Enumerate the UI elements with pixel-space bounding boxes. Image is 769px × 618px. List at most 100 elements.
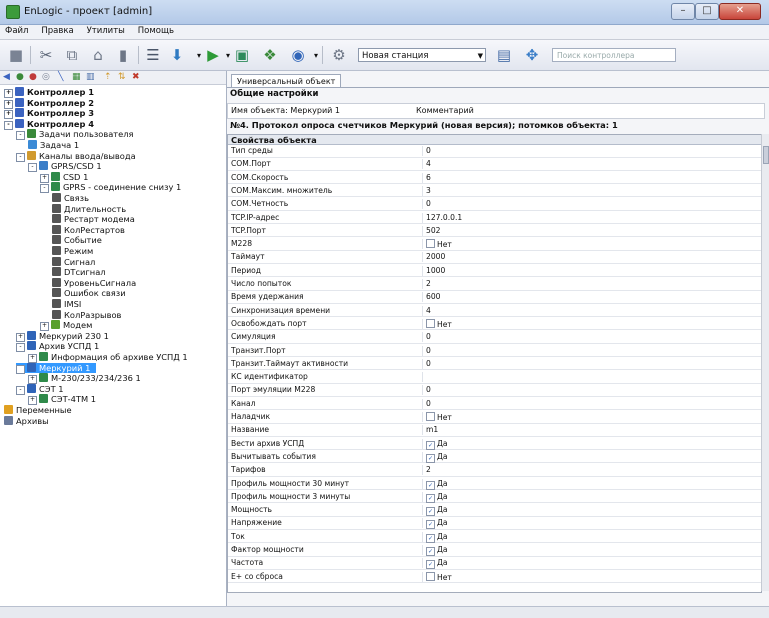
property-row[interactable]: Профиль мощности 3 минуты ✓ Да (228, 491, 761, 504)
tree-node[interactable]: Связь (52, 193, 89, 203)
property-value[interactable]: 2000 (422, 252, 756, 263)
tree-node[interactable]: - Каналы ввода/вывода (16, 150, 136, 162)
tree-node[interactable]: DTсигнал (52, 267, 106, 277)
property-row[interactable]: Тип среды 0 (228, 146, 761, 158)
tree-node[interactable]: КолРестартов (52, 224, 125, 235)
tree-sort-icon[interactable]: ⇅ (118, 72, 126, 82)
station-select[interactable]: Новая станция ▼ (358, 48, 486, 62)
property-row[interactable]: Тарифов 2 (228, 465, 761, 477)
property-row[interactable]: TCP.IP-адрес 127.0.0.1 (228, 212, 761, 225)
upload-icon[interactable]: ❖ (260, 45, 280, 65)
property-value[interactable]: 6 (422, 172, 756, 183)
network-icon[interactable]: ✥ (522, 45, 542, 65)
tree-node[interactable]: Задача 1 (28, 140, 79, 150)
tree-node[interactable]: IMSI (52, 299, 81, 309)
tree-refresh-icon[interactable]: ◎ (42, 72, 50, 82)
property-value[interactable]: 0 (422, 358, 756, 369)
collapse-icon[interactable]: - (40, 184, 49, 194)
minimize-button[interactable]: – (671, 3, 695, 20)
globe-icon[interactable]: ◉ (288, 45, 308, 65)
property-value[interactable]: ✓ Да (422, 531, 756, 543)
tree-node[interactable]: + Меркурий 230 1 (16, 330, 109, 342)
property-value[interactable]: Нет (422, 239, 756, 250)
property-row[interactable]: Вести архив УСПД ✓ Да (228, 438, 761, 451)
tree-delete-icon[interactable]: ✖ (132, 72, 140, 82)
object-name-field[interactable]: Имя объекта: Меркурий 1 (231, 106, 340, 115)
properties-scrollbar[interactable] (761, 134, 769, 591)
copy-icon[interactable]: ⧉ (62, 45, 82, 65)
property-value[interactable] (422, 372, 756, 383)
checkbox[interactable] (426, 412, 435, 421)
checkbox[interactable]: ✓ (426, 547, 435, 556)
checkbox[interactable]: ✓ (426, 507, 435, 517)
collapse-icon[interactable]: - (16, 385, 25, 395)
property-row[interactable]: M228 Нет (228, 239, 761, 251)
download-icon[interactable]: ⬇ (167, 45, 187, 65)
property-value[interactable]: 600 (422, 292, 756, 303)
property-row[interactable]: Мощность ✓ Да (228, 505, 761, 517)
property-row[interactable]: Ток ✓ Да (228, 531, 761, 544)
tree-node[interactable]: - GPRS - соединение снизу 1 (40, 182, 181, 194)
menu-help[interactable]: Помощь (133, 25, 179, 37)
property-row[interactable]: Таймаут 2000 (228, 252, 761, 264)
connect-icon[interactable]: ▣ (232, 45, 252, 65)
property-value[interactable]: 0 (422, 199, 756, 210)
checkbox[interactable]: ✓ (426, 480, 435, 490)
property-value[interactable]: 2 (422, 465, 756, 476)
property-value[interactable]: 502 (422, 225, 756, 236)
property-row[interactable]: COM.Максим. множитель 3 (228, 185, 761, 198)
tree-up-icon[interactable]: ⇡ (104, 72, 112, 82)
property-row[interactable]: Транзит.Порт 0 (228, 345, 761, 358)
tree-node[interactable]: Ошибок связи (52, 288, 126, 298)
paste-icon[interactable]: ⌂ (88, 45, 108, 65)
tree-node[interactable]: Событие (52, 235, 102, 245)
property-row[interactable]: Напряжение ✓ Да (228, 518, 761, 530)
property-row[interactable]: COM.Четность 0 (228, 199, 761, 211)
tree-node[interactable]: Переменные (4, 405, 72, 415)
tree-node[interactable]: - СЭТ 1 (16, 383, 64, 395)
property-row[interactable]: Канал 0 (228, 398, 761, 411)
property-row[interactable]: Освобождать порт Нет (228, 318, 761, 331)
property-value[interactable]: ✓ Да (422, 518, 756, 530)
menu-file[interactable]: Файл (0, 25, 33, 37)
menu-utilities[interactable]: Утилиты (82, 25, 130, 37)
menu-edit[interactable]: Правка (36, 25, 78, 37)
collapse-icon[interactable]: - (16, 343, 25, 353)
tree-node[interactable]: Длительность (52, 203, 126, 214)
property-value[interactable]: ✓ Да (422, 438, 756, 450)
property-row[interactable]: Профиль мощности 30 минут ✓ Да (228, 478, 761, 491)
controller-search-input[interactable]: Поиск контроллера (552, 48, 676, 62)
tree-node[interactable]: Архивы (4, 415, 49, 426)
checkbox[interactable]: ✓ (426, 520, 435, 530)
tree-node[interactable]: - Задачи пользователя (16, 129, 134, 141)
property-value[interactable]: m1 (422, 425, 756, 436)
checkbox[interactable] (426, 239, 435, 249)
checkbox[interactable]: ✓ (426, 560, 435, 570)
collapse-icon[interactable]: - (28, 163, 37, 173)
property-value[interactable]: ✓ Да (422, 478, 756, 490)
save-station-icon[interactable]: ▤ (494, 45, 514, 65)
tree-node[interactable]: + CSD 1 (40, 171, 88, 183)
property-row[interactable]: Частота ✓ Да (228, 558, 761, 570)
tree-node[interactable]: + Контроллер 2 (4, 97, 94, 109)
tree-node[interactable]: - Архив УСПД 1 (16, 341, 99, 353)
property-row[interactable]: Название m1 (228, 425, 761, 437)
checkbox[interactable]: ✓ (426, 440, 435, 450)
maximize-button[interactable]: □ (695, 3, 719, 20)
property-row[interactable]: COM.Порт 4 (228, 159, 761, 171)
property-row[interactable]: Фактор мощности ✓ Да (228, 545, 761, 557)
property-value[interactable]: ✓ Да (422, 558, 756, 570)
tree-node[interactable]: КолРазрывов (52, 309, 121, 320)
collapse-icon[interactable]: - (16, 131, 25, 141)
property-row[interactable]: Транзит.Таймаут активности 0 (228, 358, 761, 371)
property-row[interactable]: Е+ со сброса Нет (228, 571, 761, 584)
tree-node[interactable]: Режим (52, 246, 93, 256)
property-value[interactable]: Нет (422, 412, 756, 422)
tree-stop-icon[interactable]: ● (29, 72, 37, 82)
tree-add-icon[interactable]: ╲ (58, 72, 63, 82)
scrollbar-thumb[interactable] (763, 146, 769, 164)
delete-icon[interactable]: ▮ (113, 45, 133, 65)
property-value[interactable]: 0 (422, 345, 756, 356)
collapse-icon[interactable]: - (4, 120, 13, 130)
tree-forward-icon[interactable]: ● (16, 72, 24, 82)
